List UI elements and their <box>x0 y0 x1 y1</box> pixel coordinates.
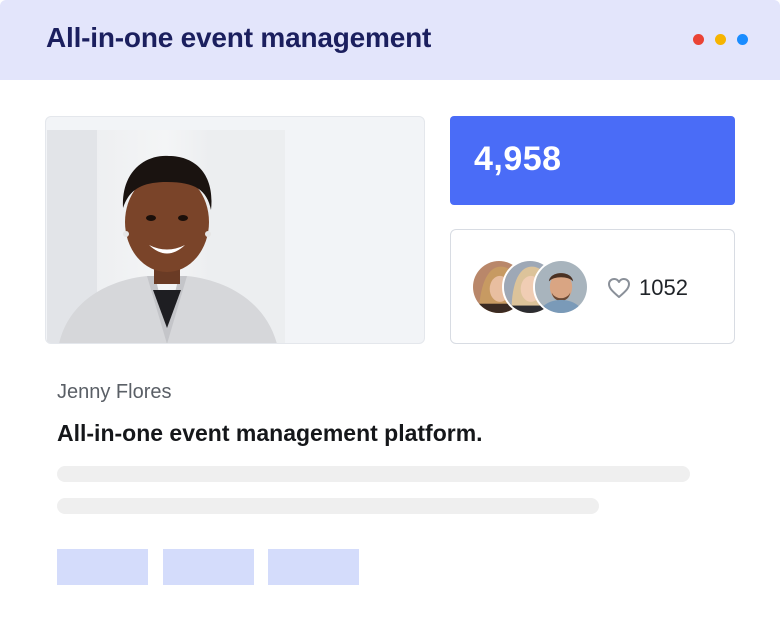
app-window: All-in-one event management 4,958 1052 J… <box>0 0 780 630</box>
post-headline: All-in-one event management platform. <box>57 420 483 446</box>
tag-placeholder[interactable] <box>57 549 148 585</box>
attendee-avatar-3[interactable] <box>533 259 589 315</box>
avatar-stack <box>471 259 589 315</box>
window-dot-blue[interactable] <box>737 34 748 45</box>
profile-photo-card <box>45 116 425 344</box>
page-title: All-in-one event management <box>46 22 432 53</box>
likes-count: 1052 <box>639 275 688 300</box>
author-name: Jenny Flores <box>57 381 172 403</box>
tag-placeholder[interactable] <box>163 549 254 585</box>
title-bar: All-in-one event management <box>0 0 780 80</box>
attendees-card: 1052 <box>450 229 735 344</box>
heart-icon[interactable] <box>607 277 631 299</box>
window-controls <box>693 34 748 45</box>
text-placeholder-line <box>57 466 690 482</box>
tag-placeholder[interactable] <box>268 549 359 585</box>
stat-card: 4,958 <box>450 116 735 205</box>
window-dot-yellow[interactable] <box>715 34 726 45</box>
stat-value: 4,958 <box>474 140 562 178</box>
window-dot-red[interactable] <box>693 34 704 45</box>
likes[interactable]: 1052 <box>607 275 688 301</box>
text-placeholder-line <box>57 498 599 514</box>
person-portrait-icon <box>47 130 285 343</box>
